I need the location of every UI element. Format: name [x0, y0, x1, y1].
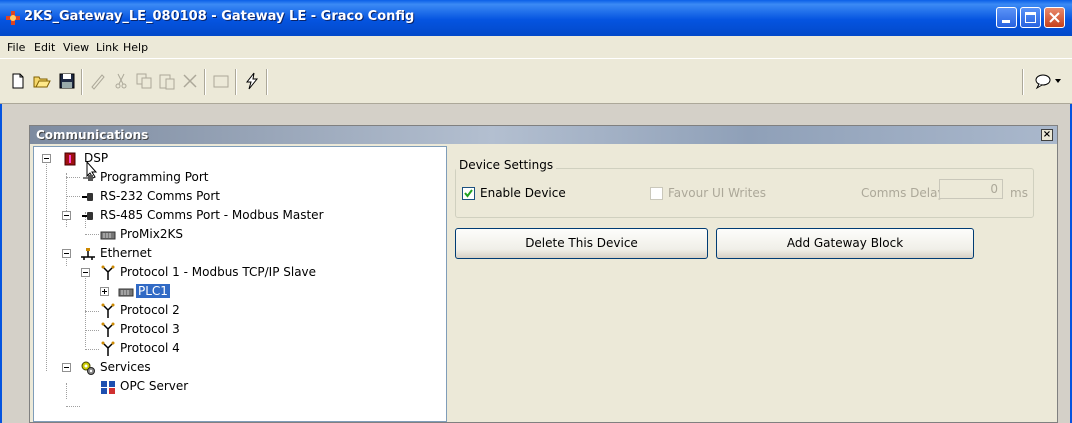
expand-plc1-toggle[interactable] [100, 287, 109, 296]
comment-icon[interactable] [1034, 71, 1064, 91]
checkmark-icon [464, 189, 473, 198]
toolbar-separator [1022, 69, 1024, 95]
close-icon[interactable]: × [1041, 129, 1053, 141]
tree-label: Programming Port [100, 170, 209, 184]
tree-line [66, 406, 80, 407]
tree-label: OPC Server [120, 379, 189, 393]
maximize-button[interactable] [1020, 7, 1041, 28]
dsp-icon [62, 151, 78, 167]
communications-title: Communications [36, 128, 149, 142]
window-title: 2KS_Gateway_LE_080108 - Gateway LE - Gra… [24, 9, 415, 24]
tree-label: RS-232 Comms Port [100, 189, 220, 203]
collapse-services-toggle[interactable] [62, 363, 71, 372]
communications-window: Communications × DSP Programming Port RS… [29, 125, 1058, 423]
lightning-icon[interactable] [242, 71, 262, 91]
enable-device-checkbox[interactable] [462, 187, 475, 200]
minimize-button[interactable] [996, 7, 1017, 28]
favour-ui-writes-checkbox[interactable] [650, 187, 663, 200]
favour-ui-writes-label: Favour UI Writes [668, 186, 767, 200]
open-folder-icon[interactable] [32, 71, 52, 91]
menu-link[interactable]: Link [96, 41, 119, 54]
pen-icon[interactable] [88, 71, 108, 91]
title-bar[interactable]: 2KS_Gateway_LE_080108 - Gateway LE - Gra… [0, 0, 1072, 36]
comms-delay-input[interactable]: 0 [939, 179, 1003, 199]
tree-label: Protocol 4 [120, 341, 180, 355]
maximize-icon [1025, 12, 1036, 23]
opc-server-icon [100, 379, 116, 395]
tree-line [85, 311, 99, 312]
menu-edit[interactable]: Edit [34, 41, 55, 54]
add-gateway-block-button[interactable]: Add Gateway Block [716, 228, 974, 259]
tree-label: Protocol 3 [120, 322, 180, 336]
toolbar-separator [81, 69, 83, 95]
menu-view[interactable]: View [63, 41, 89, 54]
device-tree: DSP Programming Port RS-232 Comms Port R [33, 146, 447, 422]
toolbar-separator [204, 69, 206, 95]
tree-line [66, 177, 80, 178]
tree-label: Protocol 1 - Modbus TCP/IP Slave [120, 265, 317, 279]
cut-icon[interactable] [111, 71, 131, 91]
comms-delay-label: Comms Delay: [861, 186, 948, 200]
collapse-protocol1-toggle[interactable] [81, 268, 90, 277]
rectangle-icon[interactable] [211, 71, 231, 91]
tree-line [85, 269, 86, 347]
close-button[interactable] [1044, 7, 1065, 28]
tree-line [85, 330, 99, 331]
device-settings-label: Device Settings [456, 158, 557, 172]
tree-label: Services [100, 360, 151, 374]
copy-icon[interactable] [134, 71, 154, 91]
tree-label: Ethernet [100, 246, 152, 260]
delete-device-button[interactable]: Delete This Device [455, 228, 708, 259]
collapse-ethernet-toggle[interactable] [62, 249, 71, 258]
app-icon [6, 11, 20, 25]
protocol-icon [100, 303, 116, 319]
tree-line [66, 196, 80, 197]
port-icon [80, 170, 96, 186]
toolbar-separator [235, 69, 237, 95]
enable-device-label: Enable Device [480, 186, 566, 200]
toolbar [0, 58, 1072, 104]
device-icon [118, 284, 134, 300]
protocol-icon [100, 341, 116, 357]
new-file-icon[interactable] [8, 71, 28, 91]
paste-icon[interactable] [157, 71, 177, 91]
menu-file[interactable]: File [7, 41, 25, 54]
comms-delay-unit: ms [1010, 186, 1028, 200]
tree-line [66, 383, 67, 399]
tree-label: Protocol 2 [120, 303, 180, 317]
device-icon [100, 227, 116, 243]
tree-line [46, 161, 47, 371]
menu-help[interactable]: Help [123, 41, 148, 54]
save-icon[interactable] [57, 71, 77, 91]
serial-port-icon [80, 208, 96, 224]
tree-label-selected: PLC1 [136, 284, 170, 298]
delete-icon[interactable] [180, 71, 200, 91]
close-icon [1049, 12, 1060, 23]
protocol-icon [100, 322, 116, 338]
gears-icon [80, 360, 96, 376]
collapse-dsp-toggle[interactable] [42, 154, 51, 163]
tree-line [85, 234, 99, 235]
tree-label: ProMix2KS [120, 227, 183, 241]
toolbar-separator [266, 69, 268, 95]
collapse-rs485-toggle[interactable] [62, 211, 71, 220]
minimize-icon [1002, 20, 1010, 23]
serial-port-icon [80, 189, 96, 205]
tree-label: RS-485 Comms Port - Modbus Master [100, 208, 324, 222]
protocol-icon [100, 265, 116, 281]
ethernet-icon [80, 246, 96, 262]
menu-bar: File Edit View Link Help [0, 36, 1072, 58]
communications-title-bar[interactable]: Communications × [30, 126, 1057, 144]
tree-line [85, 349, 99, 350]
